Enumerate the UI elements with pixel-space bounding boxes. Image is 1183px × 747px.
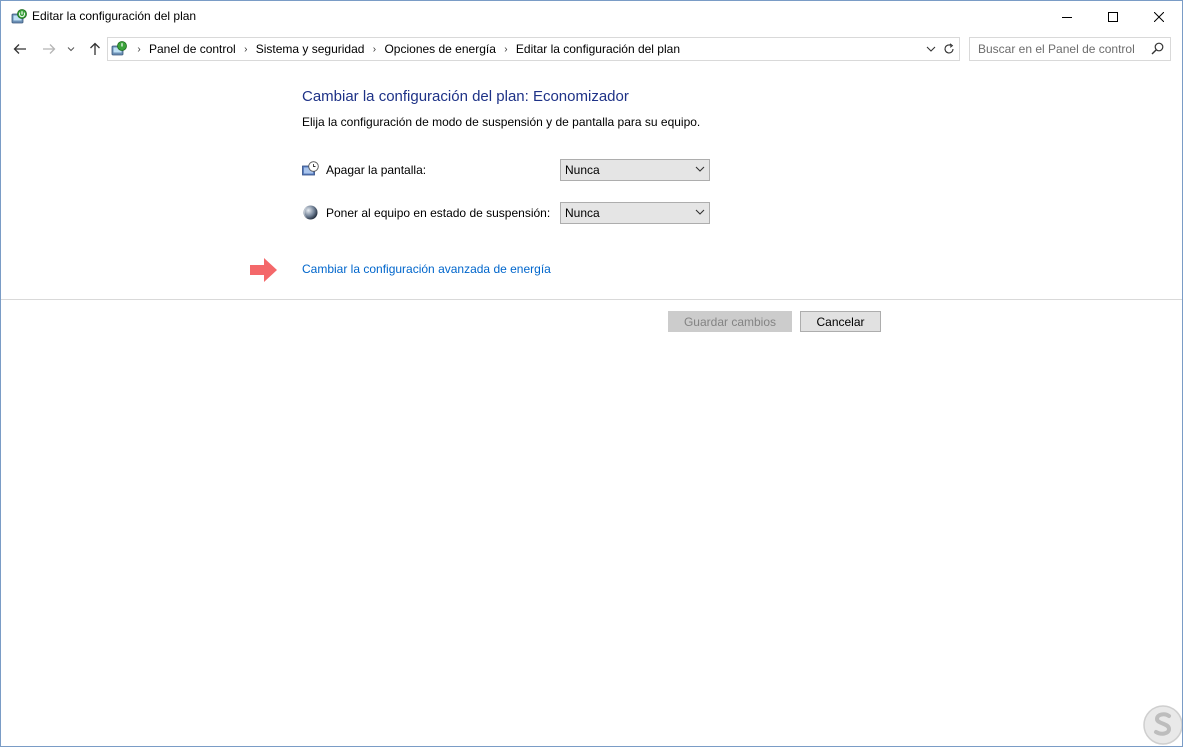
chevron-down-icon bbox=[695, 166, 705, 172]
moon-icon bbox=[302, 204, 319, 221]
setting-row-sleep: Poner al equipo en estado de suspensión:… bbox=[302, 202, 722, 224]
search-box[interactable] bbox=[969, 37, 1171, 61]
setting-label-display: Apagar la pantalla: bbox=[326, 163, 427, 177]
refresh-icon bbox=[944, 43, 954, 54]
chevron-right-icon[interactable]: › bbox=[239, 44, 253, 55]
breadcrumb-editar-plan[interactable]: Editar la configuración del plan bbox=[513, 42, 683, 56]
minimize-button[interactable] bbox=[1044, 1, 1090, 32]
divider bbox=[1, 299, 1182, 300]
chevron-right-icon[interactable]: › bbox=[367, 44, 381, 55]
arrow-right-annotation-icon bbox=[250, 258, 277, 282]
chevron-right-icon[interactable]: › bbox=[132, 44, 146, 55]
window: Editar la configuración del plan › Panel… bbox=[0, 0, 1183, 747]
recent-locations-button[interactable] bbox=[64, 39, 78, 59]
refresh-button[interactable] bbox=[939, 37, 960, 61]
address-bar[interactable]: › Panel de control › Sistema y seguridad… bbox=[107, 37, 941, 61]
back-arrow-icon bbox=[13, 44, 26, 54]
breadcrumb-sistema-y-seguridad[interactable]: Sistema y seguridad bbox=[253, 42, 368, 56]
forward-button[interactable] bbox=[39, 39, 59, 59]
sleep-select[interactable]: Nunca bbox=[560, 202, 710, 224]
chevron-down-icon bbox=[67, 47, 75, 52]
breadcrumb-opciones-de-energia[interactable]: Opciones de energía bbox=[381, 42, 498, 56]
chevron-down-icon bbox=[695, 209, 705, 215]
back-button[interactable] bbox=[10, 39, 30, 59]
cancel-button[interactable]: Cancelar bbox=[800, 311, 881, 332]
up-arrow-icon bbox=[90, 42, 100, 55]
title-bar: Editar la configuración del plan bbox=[1, 1, 1182, 32]
power-options-icon bbox=[10, 8, 28, 26]
select-value: Nunca bbox=[565, 163, 600, 177]
breadcrumb-panel-de-control[interactable]: Panel de control bbox=[146, 42, 239, 56]
control-panel-icon bbox=[110, 40, 128, 58]
up-button[interactable] bbox=[85, 39, 105, 59]
monitor-clock-icon bbox=[302, 161, 319, 178]
logo-watermark-icon bbox=[1143, 705, 1182, 745]
close-button[interactable] bbox=[1136, 1, 1182, 32]
chevron-right-icon[interactable]: › bbox=[499, 44, 513, 55]
forward-arrow-icon bbox=[43, 44, 56, 54]
page-title: Cambiar la configuración del plan: Econo… bbox=[302, 88, 629, 105]
page-subtitle: Elija la configuración de modo de suspen… bbox=[302, 115, 701, 129]
display-off-select[interactable]: Nunca bbox=[560, 159, 710, 181]
address-dropdown-button[interactable] bbox=[922, 38, 940, 60]
save-changes-button[interactable]: Guardar cambios bbox=[668, 311, 792, 332]
chevron-down-icon bbox=[926, 46, 936, 52]
navigation-bar: › Panel de control › Sistema y seguridad… bbox=[1, 37, 1182, 61]
select-value: Nunca bbox=[565, 206, 600, 220]
maximize-icon bbox=[1108, 11, 1118, 22]
advanced-power-settings-link[interactable]: Cambiar la configuración avanzada de ene… bbox=[302, 262, 551, 276]
search-icon[interactable] bbox=[1151, 42, 1164, 55]
minimize-icon bbox=[1062, 16, 1072, 18]
close-icon bbox=[1154, 11, 1164, 22]
maximize-button[interactable] bbox=[1090, 1, 1136, 32]
breadcrumb: › Panel de control › Sistema y seguridad… bbox=[132, 38, 683, 60]
window-title: Editar la configuración del plan bbox=[32, 9, 197, 23]
setting-row-display: Apagar la pantalla: Nunca bbox=[302, 159, 722, 181]
search-input[interactable] bbox=[970, 38, 1148, 60]
setting-label-sleep: Poner al equipo en estado de suspensión: bbox=[326, 206, 551, 220]
